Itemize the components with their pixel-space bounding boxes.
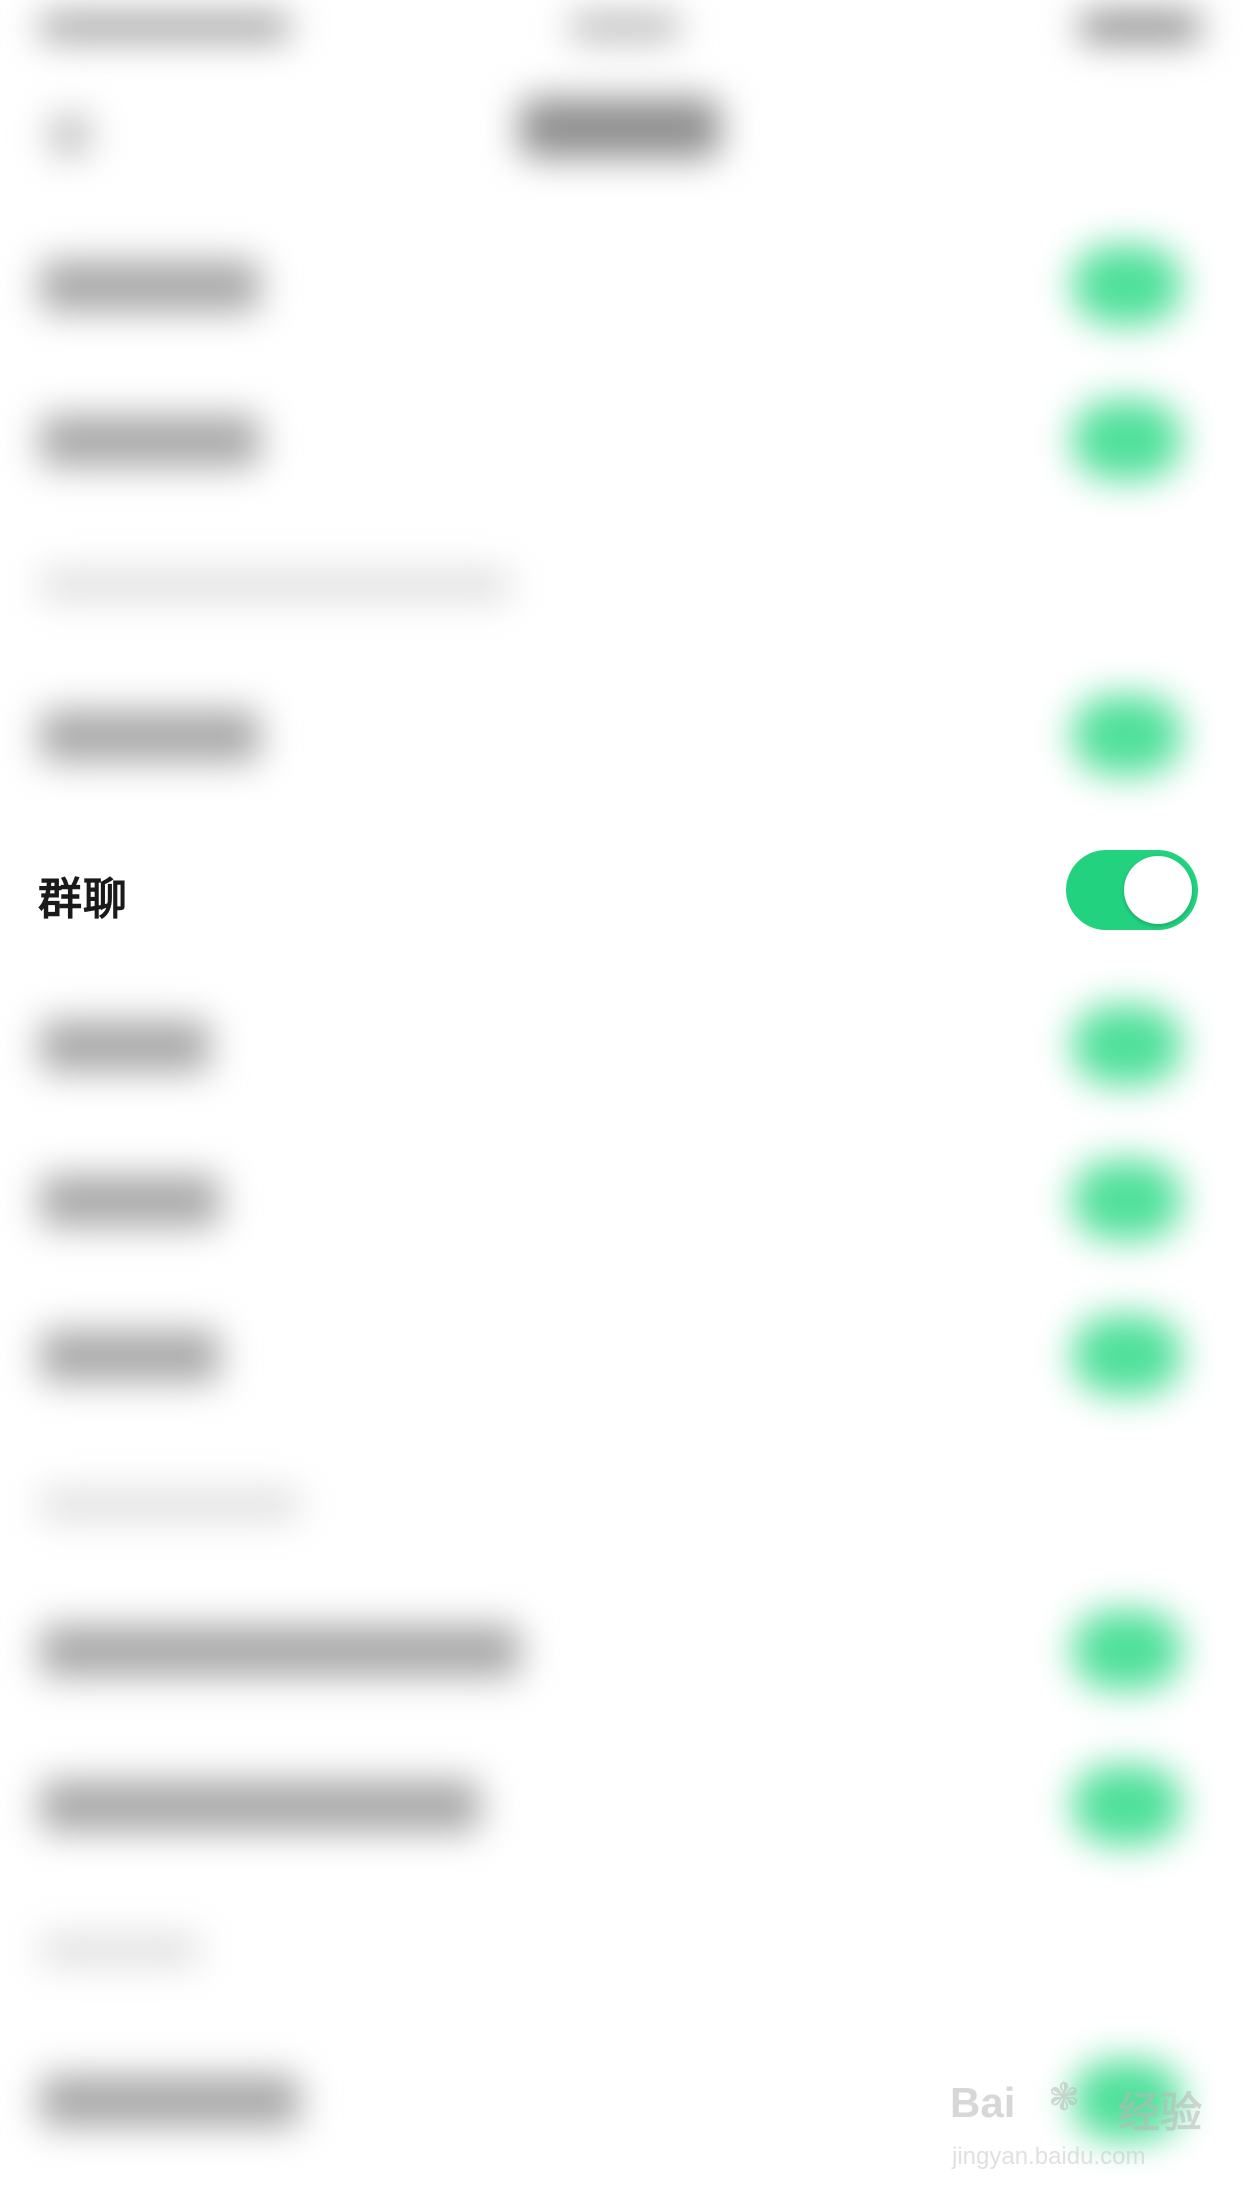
settings-row-blurred[interactable] (0, 660, 1242, 810)
toggle-knob (1124, 856, 1192, 924)
settings-row-blurred[interactable] (0, 210, 1242, 360)
settings-row-blurred[interactable] (0, 1125, 1242, 1275)
row-label-blurred (40, 415, 260, 467)
battery-icon (1080, 12, 1200, 42)
settings-row-group-chat[interactable]: 群聊 (0, 815, 1242, 965)
row-label-blurred (40, 1330, 220, 1382)
watermark-brand-suffix: 经验 (1118, 2088, 1203, 2137)
row-label-blurred (40, 1175, 220, 1227)
row-label-blurred (40, 1020, 210, 1072)
page-title (520, 98, 720, 158)
nav-bar (0, 60, 1242, 190)
back-icon[interactable] (50, 115, 90, 155)
row-label-blurred (40, 710, 260, 762)
status-time (570, 14, 680, 40)
section-hint-blurred (40, 1935, 200, 1965)
toggle-switch-blurred[interactable] (1072, 1315, 1182, 1395)
paw-icon: ❃ (1048, 2075, 1080, 2119)
row-label-group-chat: 群聊 (38, 874, 128, 925)
toggle-switch-blurred[interactable] (1072, 1610, 1182, 1690)
status-bar (0, 0, 1242, 60)
row-label-blurred (40, 1625, 520, 1677)
status-carrier (40, 14, 290, 40)
settings-row-blurred[interactable] (0, 365, 1242, 515)
row-label-blurred (40, 2075, 300, 2127)
settings-row-blurred[interactable] (0, 1730, 1242, 1880)
section-hint-blurred (40, 1490, 300, 1520)
settings-row-blurred[interactable] (0, 970, 1242, 1120)
watermark-url: jingyan.baidu.com (952, 2143, 1146, 2170)
settings-row-blurred[interactable] (0, 1575, 1242, 1725)
toggle-switch-blurred[interactable] (1072, 695, 1182, 775)
row-label-blurred (40, 1780, 480, 1832)
settings-row-blurred[interactable] (0, 1280, 1242, 1430)
watermark-brand: Bai (950, 2079, 1016, 2126)
row-label-blurred (40, 260, 260, 312)
toggle-switch-blurred[interactable] (1072, 1765, 1182, 1845)
group-chat-toggle[interactable] (1066, 850, 1198, 930)
toggle-switch-blurred[interactable] (1072, 400, 1182, 480)
baidu-jingyan-watermark: Bai ❃ 经验 jingyan.baidu.com (948, 2075, 1228, 2185)
toggle-switch-blurred[interactable] (1072, 245, 1182, 325)
section-hint-blurred (40, 570, 510, 600)
toggle-switch-blurred[interactable] (1072, 1160, 1182, 1240)
toggle-switch-blurred[interactable] (1072, 1005, 1182, 1085)
